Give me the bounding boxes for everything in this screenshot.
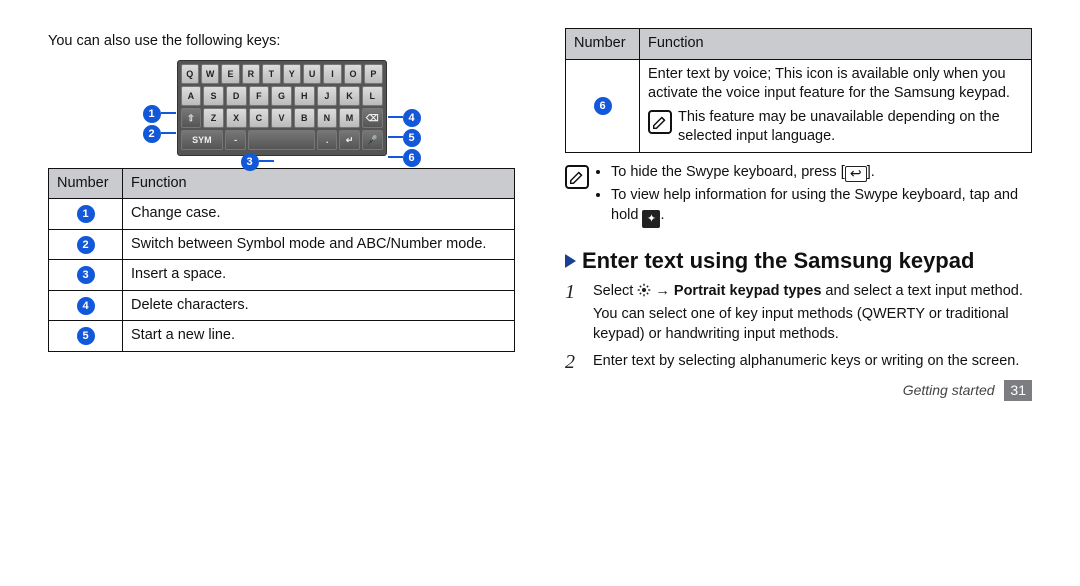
row-num: 3 [77,266,95,284]
function-table-right: Number Function 6 Enter text by voice; T… [565,28,1032,153]
row-num: 5 [77,327,95,345]
left-column: You can also use the following keys: QWE… [48,28,515,401]
table-row: 1 Change case. [49,199,515,230]
table-row: 4 Delete characters. [49,290,515,321]
tip-2: To view help information for using the S… [611,186,1032,228]
callout-6: 6 [403,148,421,168]
intro-text: You can also use the following keys: [48,32,515,52]
row-fn: Delete characters. [123,290,515,321]
table-row: 2 Switch between Symbol mode and ABC/Num… [49,229,515,260]
step-number: 2 [565,352,583,372]
step-number: 1 [565,282,583,345]
gear-icon [637,283,651,297]
chevron-icon [565,254,576,268]
row6-note: This feature may be unavailable dependin… [678,108,1023,147]
row-fn: Start a new line. [123,321,515,352]
back-icon: ↩ [845,166,867,182]
steps-list: 1 Select → Portrait keypad types and sel… [565,282,1032,373]
step-1-sub: You can select one of key input methods … [593,305,1032,344]
page-footer: Getting started 31 [565,380,1032,401]
table-row: 5 Start a new line. [49,321,515,352]
row-num: 6 [594,97,612,115]
right-column: Number Function 6 Enter text by voice; T… [565,28,1032,401]
col-header-number: Number [49,168,123,199]
swype-keypad-image: QWERT YUIOP ASDFG HJKL ⇧ZXCV BNM⌫ SYM- .… [48,60,515,156]
row-num: 2 [77,236,95,254]
section-heading: Enter text using the Samsung keypad [565,246,1032,276]
callout-5: 5 [403,128,421,148]
row-num: 4 [77,297,95,315]
row6-main: Enter text by voice; This icon is availa… [648,65,1023,104]
page-number: 31 [1004,380,1032,401]
row-fn: Switch between Symbol mode and ABC/Numbe… [123,229,515,260]
step-2: 2 Enter text by selecting alphanumeric k… [565,352,1032,372]
col-header-function: Function [640,29,1032,60]
col-header-function: Function [123,168,515,199]
callout-1: 1 [143,104,161,124]
tip-1: To hide the Swype keyboard, press [↩]. [611,163,1032,183]
col-header-number: Number [566,29,640,60]
note-icon [648,110,672,134]
table-row: 6 Enter text by voice; This icon is avai… [566,59,1032,152]
keypad-illustration: QWERT YUIOP ASDFG HJKL ⇧ZXCV BNM⌫ SYM- .… [177,60,387,156]
swype-help-icon: ✦ [642,210,660,228]
footer-section: Getting started [903,382,995,398]
tip-block: To hide the Swype keyboard, press [↩]. T… [565,163,1032,232]
callout-4: 4 [403,108,421,128]
note-icon [565,165,589,189]
table-row: 3 Insert a space. [49,260,515,291]
callout-2: 2 [143,124,161,144]
step-1: 1 Select → Portrait keypad types and sel… [565,282,1032,345]
row-fn: Insert a space. [123,260,515,291]
row-fn: Change case. [123,199,515,230]
row-num: 1 [77,205,95,223]
callout-3: 3 [241,152,259,172]
function-table-left: Number Function 1 Change case. 2 Switch … [48,168,515,352]
